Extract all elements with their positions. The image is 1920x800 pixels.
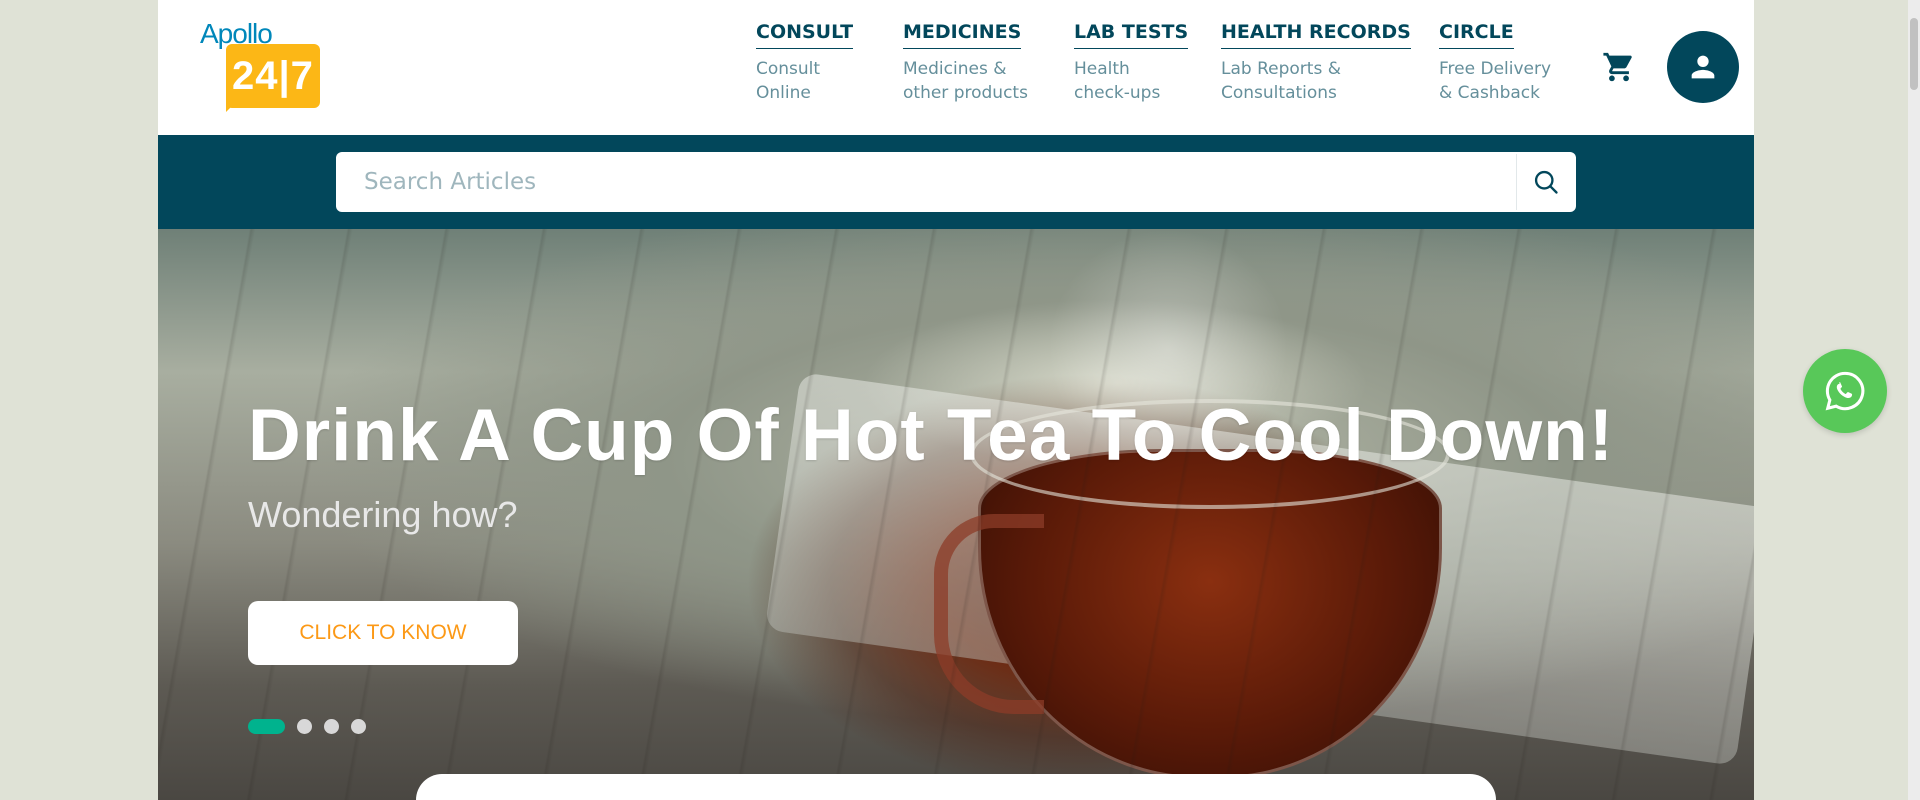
page: Apollo 24|7 CONSULT Consult Online MEDIC… bbox=[158, 0, 1754, 800]
carousel-dot-1[interactable] bbox=[248, 719, 285, 734]
search-icon bbox=[1534, 170, 1558, 194]
nav-health-records-title: HEALTH RECORDS bbox=[1221, 21, 1411, 49]
search-button[interactable] bbox=[1516, 154, 1574, 210]
user-avatar-button[interactable] bbox=[1667, 31, 1739, 103]
cart-icon[interactable] bbox=[1602, 50, 1636, 84]
hero-title: Drink A Cup Of Hot Tea To Cool Down! bbox=[248, 395, 1615, 476]
user-icon bbox=[1691, 55, 1715, 79]
apollo-logo[interactable]: Apollo 24|7 bbox=[200, 18, 322, 114]
nav-circle-subtitle: Free Delivery & Cashback bbox=[1439, 59, 1552, 103]
content-card bbox=[416, 774, 1496, 800]
header: Apollo 24|7 CONSULT Consult Online MEDIC… bbox=[158, 0, 1754, 135]
hero-banner: Drink A Cup Of Hot Tea To Cool Down! Won… bbox=[158, 229, 1754, 800]
nav-consult-subtitle: Consult Online bbox=[756, 59, 821, 103]
logo-badge-tail bbox=[226, 102, 236, 112]
nav-consult-title: CONSULT bbox=[756, 21, 854, 49]
nav-medicines-title: MEDICINES bbox=[903, 21, 1022, 49]
nav-medicines-subtitle: Medicines & other products bbox=[903, 59, 1028, 103]
nav-circle[interactable]: CIRCLE Free Delivery & Cashback bbox=[1439, 21, 1551, 105]
nav-health-records[interactable]: HEALTH RECORDS Lab Reports & Consultatio… bbox=[1221, 21, 1411, 105]
click-to-know-button[interactable]: CLICK TO KNOW bbox=[248, 601, 518, 665]
carousel-dot-3[interactable] bbox=[324, 719, 339, 734]
carousel-dot-4[interactable] bbox=[351, 719, 366, 734]
nav-lab-tests-subtitle: Health check-ups bbox=[1074, 59, 1161, 103]
nav-medicines[interactable]: MEDICINES Medicines & other products bbox=[903, 21, 1028, 105]
search-box bbox=[336, 152, 1576, 212]
nav-circle-title: CIRCLE bbox=[1439, 21, 1514, 49]
logo-number: 24|7 bbox=[232, 54, 314, 98]
hero-subtitle: Wondering how? bbox=[248, 494, 518, 535]
nav-consult[interactable]: CONSULT Consult Online bbox=[756, 21, 854, 105]
whatsapp-button[interactable] bbox=[1803, 349, 1887, 433]
whatsapp-icon bbox=[1825, 371, 1865, 411]
nav-health-records-subtitle: Lab Reports & Consultations bbox=[1221, 59, 1341, 103]
search-input[interactable] bbox=[336, 152, 1514, 212]
nav-lab-tests[interactable]: LAB TESTS Health check-ups bbox=[1074, 21, 1189, 105]
carousel-dots bbox=[248, 719, 366, 734]
scrollbar-thumb[interactable] bbox=[1910, 18, 1918, 90]
page-scrollbar[interactable] bbox=[1908, 0, 1920, 800]
carousel-dot-2[interactable] bbox=[297, 719, 312, 734]
nav-lab-tests-title: LAB TESTS bbox=[1074, 21, 1189, 49]
search-band bbox=[158, 135, 1754, 229]
